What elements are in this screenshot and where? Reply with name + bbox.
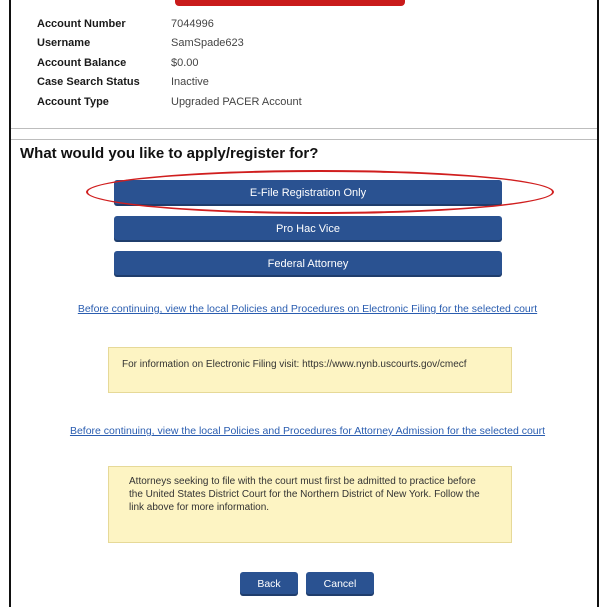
- admission-policies-link[interactable]: Before continuing, view the local Polici…: [30, 424, 585, 438]
- account-number-value: 7044996: [171, 17, 214, 30]
- efiling-info-box: For information on Electronic Filing vis…: [108, 347, 512, 393]
- frame-right-border: [597, 0, 599, 607]
- frame-left-border: [9, 0, 11, 607]
- federal-attorney-button[interactable]: Federal Attorney: [114, 251, 502, 277]
- page-title: What would you like to apply/register fo…: [20, 145, 319, 162]
- efiling-policies-link[interactable]: Before continuing, view the local Polici…: [30, 302, 585, 316]
- top-red-highlight: [175, 0, 405, 6]
- section-divider: [11, 128, 597, 129]
- account-balance-row: Account Balance $0.00: [37, 53, 302, 73]
- username-row: Username SamSpade623: [37, 34, 302, 54]
- pro-hac-vice-button[interactable]: Pro Hac Vice: [114, 216, 502, 242]
- account-type-row: Account Type Upgraded PACER Account: [37, 92, 302, 112]
- account-type-label: Account Type: [37, 95, 109, 108]
- case-search-status-row: Case Search Status Inactive: [37, 73, 302, 93]
- account-balance-value: $0.00: [171, 56, 199, 69]
- account-number-label: Account Number: [37, 17, 126, 30]
- account-type-value: Upgraded PACER Account: [171, 95, 302, 108]
- account-balance-label: Account Balance: [37, 56, 127, 69]
- account-info-panel: Account Number 7044996 Username SamSpade…: [37, 14, 302, 112]
- admission-info-box: Attorneys seeking to file with the court…: [108, 466, 512, 543]
- case-search-status-value: Inactive: [171, 76, 209, 89]
- back-button[interactable]: Back: [240, 572, 298, 596]
- highlight-ellipse: [86, 170, 554, 214]
- username-value: SamSpade623: [171, 37, 244, 50]
- case-search-status-label: Case Search Status: [37, 76, 140, 89]
- section-divider: [11, 139, 597, 140]
- cancel-button[interactable]: Cancel: [306, 572, 374, 596]
- username-label: Username: [37, 37, 91, 50]
- account-number-row: Account Number 7044996: [37, 14, 302, 34]
